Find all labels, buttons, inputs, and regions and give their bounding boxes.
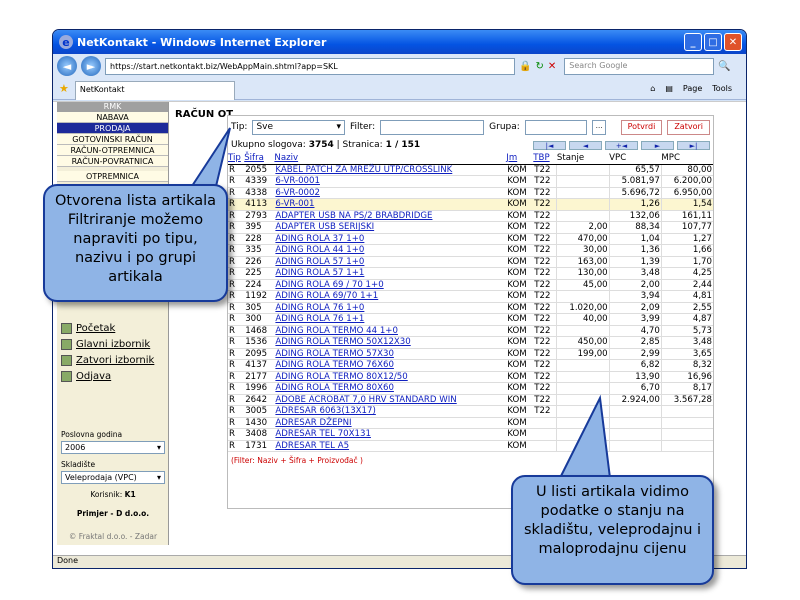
right-callout: U listi artikala vidimo podatke o stanju… bbox=[511, 475, 714, 585]
right-callout-pointer bbox=[558, 394, 612, 479]
left-callout: Otvorena lista artikala Filtriranje može… bbox=[43, 184, 228, 302]
